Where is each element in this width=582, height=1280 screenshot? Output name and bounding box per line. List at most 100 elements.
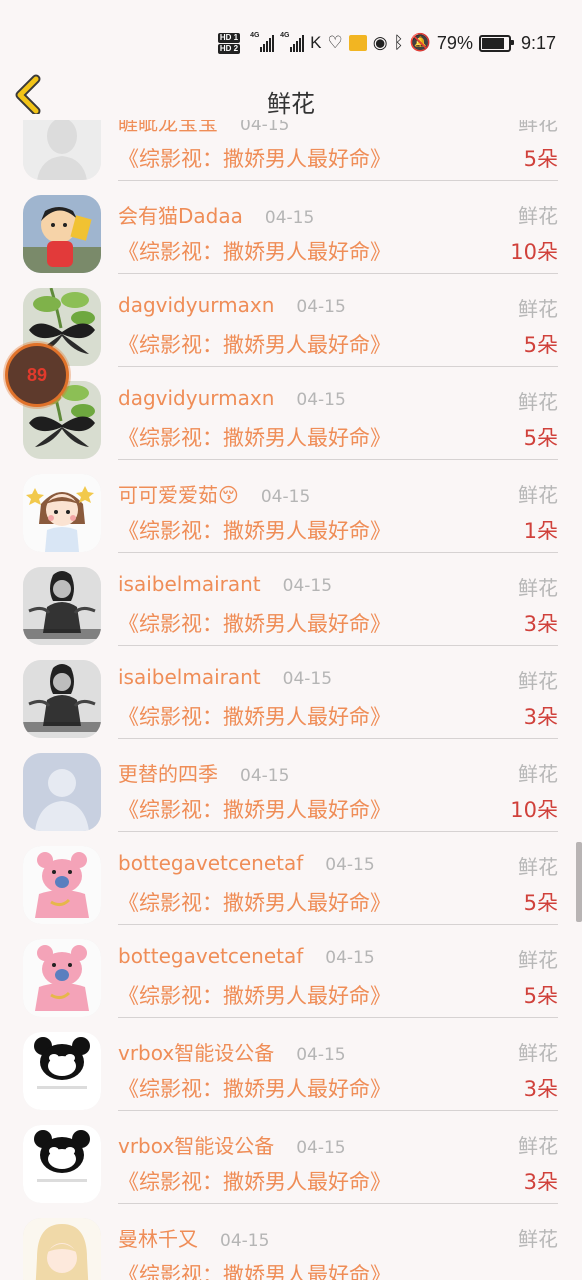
user-name: 曼林千又 04-15 — [118, 1223, 269, 1252]
flower-count: 10朵 — [510, 798, 558, 822]
user-name-text: 更替的四季 — [118, 762, 218, 786]
book-title: 《综影视：撒娇男人最好命》 — [118, 147, 391, 171]
user-name-text: dagvidyurmaxn — [118, 386, 275, 410]
flower-count: 3朵 — [523, 705, 558, 729]
gift-type-label: 鲜花 — [518, 1134, 558, 1158]
avatar[interactable] — [23, 120, 101, 180]
book-title: 《综影视：撒娇男人最好命》 — [118, 519, 391, 543]
gift-type-label: 鲜花 — [518, 204, 558, 228]
gift-list-inner: 睚眦龙宝宝 04-15 鲜花 《综影视：撒娇男人最好命》 5朵 会有猫Dadaa 0… — [0, 120, 582, 1280]
floating-progress-badge[interactable]: 89 — [5, 343, 69, 407]
flower-count: 5朵 — [523, 426, 558, 450]
user-name-text: dagvidyurmaxn — [118, 293, 275, 317]
gift-type-label: 鲜花 — [518, 762, 558, 786]
row-divider — [118, 1017, 558, 1018]
flower-count: 5朵 — [523, 891, 558, 915]
eye-icon: ◉ — [372, 33, 388, 52]
scrollbar-thumb[interactable] — [576, 842, 582, 922]
battery-icon — [478, 34, 514, 52]
gift-type-label: 鲜花 — [518, 120, 558, 135]
gift-date: 04-15 — [240, 766, 290, 786]
user-name-text: 可可爱爱茹😚 — [118, 483, 239, 507]
user-name: isaibelmairant 04-15 — [118, 665, 332, 689]
row-divider — [118, 1203, 558, 1204]
flower-count: 3朵 — [523, 1170, 558, 1194]
hd-indicator: HD 1 HD 2 — [217, 32, 241, 54]
avatar[interactable] — [23, 660, 101, 738]
avatar[interactable] — [23, 1032, 101, 1110]
row-divider — [118, 831, 558, 832]
book-title: 《综影视：撒娇男人最好命》 — [118, 984, 391, 1008]
nav-bar: 鲜花 — [0, 68, 582, 120]
flower-count: 5朵 — [523, 147, 558, 171]
gift-date: 04-15 — [264, 208, 315, 228]
list-item[interactable]: isaibelmairant 04-15 鲜花 《综影视：撒娇男人最好命》 3朵 — [0, 651, 582, 744]
shield-icon: ♡ — [327, 33, 343, 52]
book-title: 《综影视：撒娇男人最好命》 — [118, 1263, 391, 1280]
user-name: 睚眦龙宝宝 04-15 — [118, 120, 289, 136]
list-item[interactable]: 更替的四季 04-15 鲜花 《综影视：撒娇男人最好命》 10朵 — [0, 744, 582, 837]
user-name: dagvidyurmaxn 04-15 — [118, 386, 346, 410]
list-item[interactable]: 会有猫Dadaa 04-15 鲜花 《综影视：撒娇男人最好命》 10朵 — [0, 186, 582, 279]
row-divider — [118, 738, 558, 739]
user-name-text: 会有猫Dadaa — [118, 204, 243, 228]
gift-type-label: 鲜花 — [518, 1041, 558, 1065]
avatar[interactable] — [23, 753, 101, 831]
net1-label: 4G — [250, 32, 260, 39]
gift-date: 04-15 — [220, 1231, 270, 1251]
bluetooth-icon: ᛒ — [393, 33, 404, 52]
avatar[interactable] — [23, 195, 101, 273]
user-name-text: vrbox智能设公备 — [118, 1041, 275, 1065]
list-item[interactable]: vrbox智能设公备 04-15 鲜花 《综影视：撒娇男人最好命》 3朵 — [0, 1023, 582, 1116]
user-name-text: isaibelmairant — [118, 665, 261, 689]
gift-type-label: 鲜花 — [518, 390, 558, 414]
gift-type-label: 鲜花 — [518, 576, 558, 600]
gift-date: 04-15 — [260, 487, 311, 507]
row-divider — [118, 459, 558, 460]
mail-icon — [348, 35, 367, 51]
avatar[interactable] — [23, 1125, 101, 1203]
gift-date: 04-15 — [296, 297, 346, 317]
gift-type-label: 鲜花 — [518, 948, 558, 972]
list-item[interactable]: 睚眦龙宝宝 04-15 鲜花 《综影视：撒娇男人最好命》 5朵 — [0, 120, 582, 186]
gift-date: 04-15 — [296, 390, 346, 410]
gift-date: 04-15 — [240, 120, 290, 135]
avatar[interactable] — [23, 939, 101, 1017]
book-title: 《综影视：撒娇男人最好命》 — [118, 333, 391, 357]
flower-count: 5朵 — [523, 984, 558, 1008]
list-item[interactable]: dagvidyurmaxn 04-15 鲜花 《综影视：撒娇男人最好命》 5朵 — [0, 372, 582, 465]
user-name: 更替的四季 04-15 — [118, 758, 289, 787]
user-name-text: bottegavetcenetaf — [118, 851, 304, 875]
signal-2-icon: 4G — [280, 32, 305, 52]
flower-count: 3朵 — [523, 612, 558, 636]
gift-type-label: 鲜花 — [518, 855, 558, 879]
row-divider — [118, 180, 558, 181]
gift-date: 04-15 — [282, 669, 333, 689]
row-divider — [118, 1110, 558, 1111]
gift-list[interactable]: 睚眦龙宝宝 04-15 鲜花 《综影视：撒娇男人最好命》 5朵 会有猫Dadaa 0… — [0, 120, 582, 1280]
gift-date: 04-15 — [325, 948, 375, 968]
avatar[interactable] — [23, 474, 101, 552]
list-item[interactable]: bottegavetcenetaf 04-15 鲜花 《综影视：撒娇男人最好命》 … — [0, 837, 582, 930]
avatar[interactable] — [23, 567, 101, 645]
gift-type-label: 鲜花 — [518, 669, 558, 693]
user-name: 可可爱爱茹😚 04-15 — [118, 479, 310, 508]
list-item[interactable]: isaibelmairant 04-15 鲜花 《综影视：撒娇男人最好命》 3朵 — [0, 558, 582, 651]
list-item[interactable]: bottegavetcenetaf 04-15 鲜花 《综影视：撒娇男人最好命》 … — [0, 930, 582, 1023]
hd1-badge: HD 1 — [217, 32, 241, 43]
avatar[interactable] — [23, 846, 101, 924]
user-name: bottegavetcenetaf 04-15 — [118, 944, 375, 968]
user-name: vrbox智能设公备 04-15 — [118, 1037, 346, 1066]
list-item[interactable]: vrbox智能设公备 04-15 鲜花 《综影视：撒娇男人最好命》 3朵 — [0, 1116, 582, 1209]
user-name: isaibelmairant 04-15 — [118, 572, 332, 596]
list-item[interactable]: 曼林千又 04-15 鲜花 《综影视：撒娇男人最好命》 — [0, 1209, 582, 1280]
row-divider — [118, 366, 558, 367]
signal-1-icon: 4G — [250, 32, 275, 52]
book-title: 《综影视：撒娇男人最好命》 — [118, 705, 391, 729]
list-item[interactable]: dagvidyurmaxn 04-15 鲜花 《综影视：撒娇男人最好命》 5朵 — [0, 279, 582, 372]
gift-date: 04-15 — [296, 1138, 346, 1158]
list-item[interactable]: 可可爱爱茹😚 04-15 鲜花 《综影视：撒娇男人最好命》 1朵 — [0, 465, 582, 558]
gift-type-label: 鲜花 — [518, 1227, 558, 1251]
avatar[interactable] — [23, 1218, 101, 1280]
flower-count: 10朵 — [510, 240, 558, 264]
